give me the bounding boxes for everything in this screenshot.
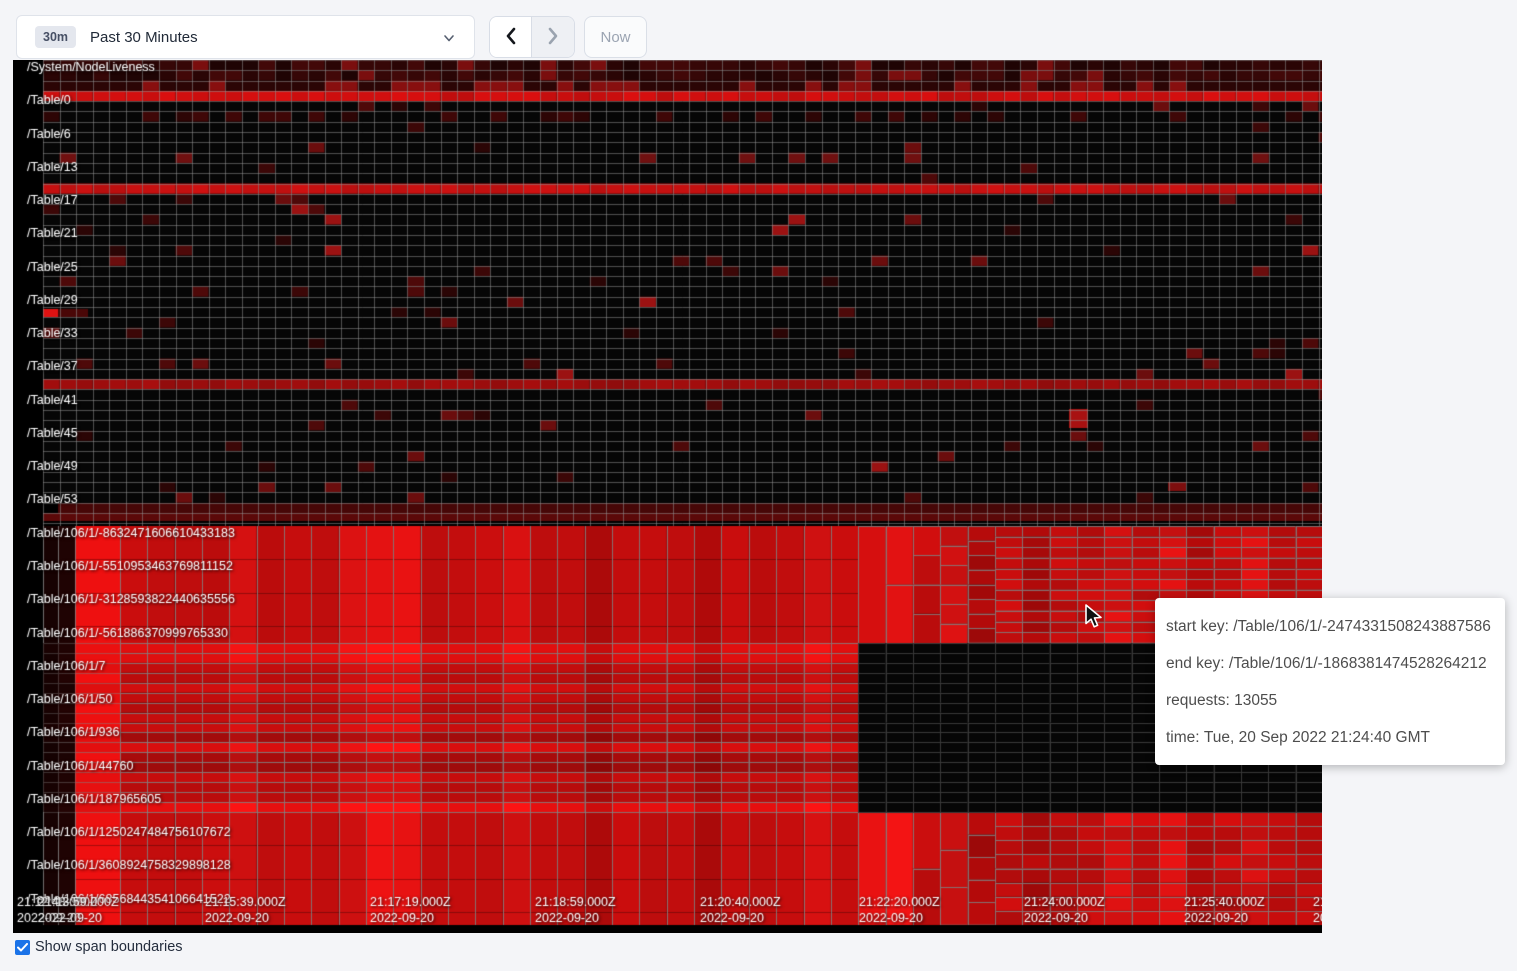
- time-range-badge: 30m: [35, 26, 76, 48]
- next-time-button[interactable]: [532, 17, 574, 57]
- time-nav-group: [489, 16, 575, 58]
- chevron-right-icon: [545, 27, 561, 48]
- now-button[interactable]: Now: [584, 16, 647, 58]
- tooltip-start-key: start key: /Table/106/1/-247433150824388…: [1166, 608, 1494, 645]
- tooltip-time: time: Tue, 20 Sep 2022 21:24:40 GMT: [1166, 719, 1494, 756]
- time-range-select[interactable]: 30m Past 30 Minutes: [16, 15, 475, 59]
- toolbar: 30m Past 30 Minutes Now: [0, 0, 1517, 60]
- show-span-boundaries-checkbox[interactable]: [15, 940, 30, 955]
- key-visualizer-heatmap[interactable]: [13, 60, 1322, 933]
- tooltip-end-key: end key: /Table/106/1/-18683814745282642…: [1166, 645, 1494, 682]
- footer: Show span boundaries: [15, 939, 183, 955]
- chevron-down-icon: [442, 31, 456, 50]
- tooltip-requests: requests: 13055: [1166, 682, 1494, 719]
- prev-time-button[interactable]: [490, 17, 532, 57]
- key-visualizer-page: 30m Past 30 Minutes Now start key: /Ta: [0, 0, 1517, 971]
- time-range-label: Past 30 Minutes: [90, 29, 198, 46]
- show-span-boundaries-label: Show span boundaries: [35, 939, 183, 955]
- chevron-left-icon: [503, 27, 519, 48]
- range-tooltip: start key: /Table/106/1/-247433150824388…: [1155, 598, 1505, 765]
